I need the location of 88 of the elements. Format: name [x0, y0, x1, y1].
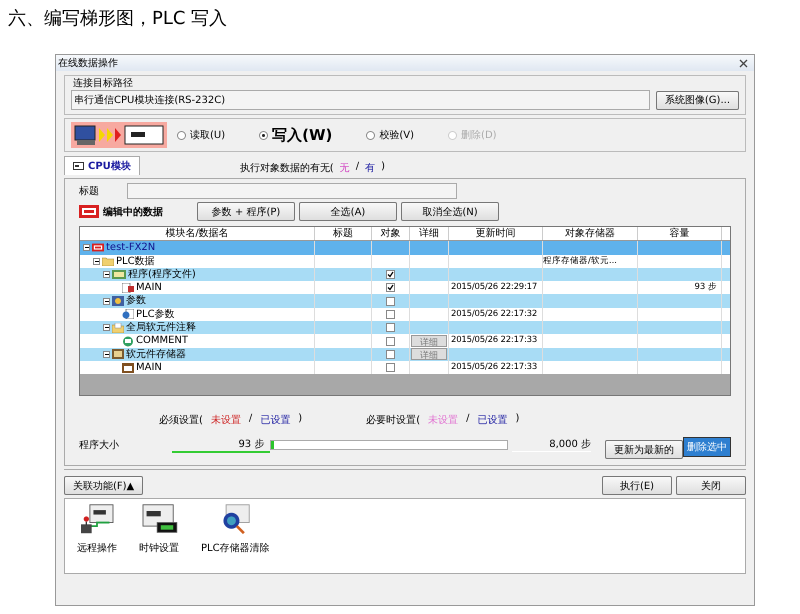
column-header: 对象存储器 — [543, 227, 638, 240]
collapse-toggle[interactable] — [83, 244, 90, 252]
title-label: 标题 — [79, 184, 99, 198]
column-header: 对象 — [372, 227, 410, 240]
select-button[interactable]: 取消全选(N) — [401, 202, 499, 221]
legend-label: 必要时设置( — [366, 414, 420, 427]
collapse-toggle[interactable] — [103, 350, 110, 358]
total-size: 8,000 步 — [512, 437, 592, 452]
target-checkbox[interactable] — [386, 323, 395, 332]
table-row[interactable]: 程序(程序文件) — [80, 268, 730, 282]
item-name: PLC数据 — [116, 254, 155, 268]
column-header: 容量 — [638, 227, 722, 240]
dialog-button[interactable]: 关闭 — [676, 476, 746, 495]
target-checkbox[interactable] — [386, 310, 395, 319]
bracket: ) — [381, 161, 385, 174]
pc-to-plc-icon — [71, 122, 167, 148]
table-row[interactable]: 软元件存储器 详细 — [80, 348, 730, 361]
mode-radio: 删除(D) — [448, 128, 497, 142]
column-header: 更新时间 — [449, 227, 543, 240]
table-row[interactable]: 参数 — [80, 294, 730, 308]
separator: / — [466, 413, 470, 426]
item-name: test-FX2N — [106, 241, 156, 255]
related-functions-button[interactable]: 关联功能(F)▲ — [64, 476, 144, 495]
page-heading: 六、编写梯形图，PLC 写入 — [7, 7, 228, 31]
system-image-button[interactable]: 系统图像(G)... — [656, 90, 739, 110]
edit-data-label: 编辑中的数据 — [103, 206, 163, 218]
bracket: ) — [298, 413, 302, 426]
mode-radio[interactable]: 读取(U) — [177, 128, 226, 142]
legend-set: 已设置 — [477, 414, 508, 427]
title-input-field[interactable] — [127, 183, 457, 199]
table-row[interactable]: MAIN 2015/05/26 22:17:33 — [80, 360, 730, 374]
plc-icon — [79, 205, 99, 218]
collapse-toggle[interactable] — [103, 271, 110, 278]
tool-label[interactable]: 远程操作 — [77, 541, 117, 555]
table-row[interactable]: PLC数据 程序存储器/软元... — [80, 254, 730, 268]
used-size: 93 步 — [172, 436, 270, 452]
item-name: 软元件存储器 — [126, 348, 186, 361]
select-button[interactable]: 参数 + 程序(P) — [197, 202, 295, 221]
column-header: 详细 — [410, 227, 449, 240]
dialog-button[interactable]: 执行(E) — [602, 476, 672, 495]
presence-label: 执行对象数据的有无( — [240, 162, 334, 175]
item-name: PLC参数 — [136, 308, 175, 322]
tool-label[interactable]: 时钟设置 — [139, 541, 179, 555]
item-name: 程序(程序文件) — [128, 268, 196, 282]
tool-label[interactable]: PLC存储器清除 — [201, 541, 270, 555]
separator: / — [248, 413, 252, 426]
bracket: ) — [515, 413, 520, 426]
legend-some: 有 — [365, 162, 376, 175]
size-label: 程序大小 — [79, 438, 120, 452]
module-icon — [73, 162, 84, 170]
connection-path-field: 串行通信CPU模块连接(RS-232C) — [71, 90, 650, 110]
legend-set: 已设置 — [260, 414, 290, 427]
target-checkbox[interactable] — [386, 336, 395, 346]
target-checkbox[interactable] — [386, 270, 395, 280]
table-row[interactable]: 全局软元件注释 — [80, 321, 730, 334]
legend-unset: 未设置 — [210, 414, 241, 427]
legend-label: 必须设置( — [159, 414, 203, 427]
window-title: 在线数据操作 — [58, 56, 118, 70]
target-checkbox[interactable] — [386, 283, 395, 292]
item-name: MAIN — [136, 360, 162, 374]
table-row[interactable]: test-FX2N — [80, 241, 730, 255]
target-checkbox[interactable] — [386, 296, 395, 306]
item-name: 全局软元件注释 — [126, 321, 196, 334]
table-row[interactable]: MAIN 2015/05/26 22:29:17 93 步 — [80, 281, 730, 294]
collapse-toggle[interactable] — [103, 298, 110, 305]
mode-radio[interactable]: 校验(V) — [366, 128, 414, 142]
separator: / — [356, 161, 360, 174]
close-icon[interactable] — [739, 58, 748, 68]
group-label: 连接目标路径 — [72, 76, 134, 90]
item-name: COMMENT — [136, 334, 188, 348]
legend-none: 无 — [340, 162, 350, 175]
item-name: MAIN — [136, 281, 162, 294]
item-name: 参数 — [126, 294, 146, 308]
collapse-toggle[interactable] — [103, 324, 110, 332]
select-button[interactable]: 全选(A) — [299, 202, 397, 221]
update-button[interactable]: 更新为最新的 — [605, 440, 684, 459]
column-header: 标题 — [315, 227, 372, 240]
target-checkbox[interactable] — [386, 350, 395, 359]
cpu-module-tab[interactable]: CPU模块 — [64, 156, 140, 175]
table-row[interactable]: COMMENT 详细 2015/05/26 22:17:33 — [80, 334, 730, 348]
legend-unset: 未设置 — [428, 414, 458, 427]
plc-icon — [92, 243, 104, 252]
mode-radio[interactable]: 写入(W) — [259, 126, 332, 144]
column-header: 模块名/数据名 — [80, 227, 315, 240]
collapse-toggle[interactable] — [93, 258, 100, 265]
tooltip: 删除选中 — [683, 436, 732, 456]
target-checkbox[interactable] — [386, 363, 395, 372]
time-cell: 2015/05/26 22:17:33 — [449, 360, 543, 374]
